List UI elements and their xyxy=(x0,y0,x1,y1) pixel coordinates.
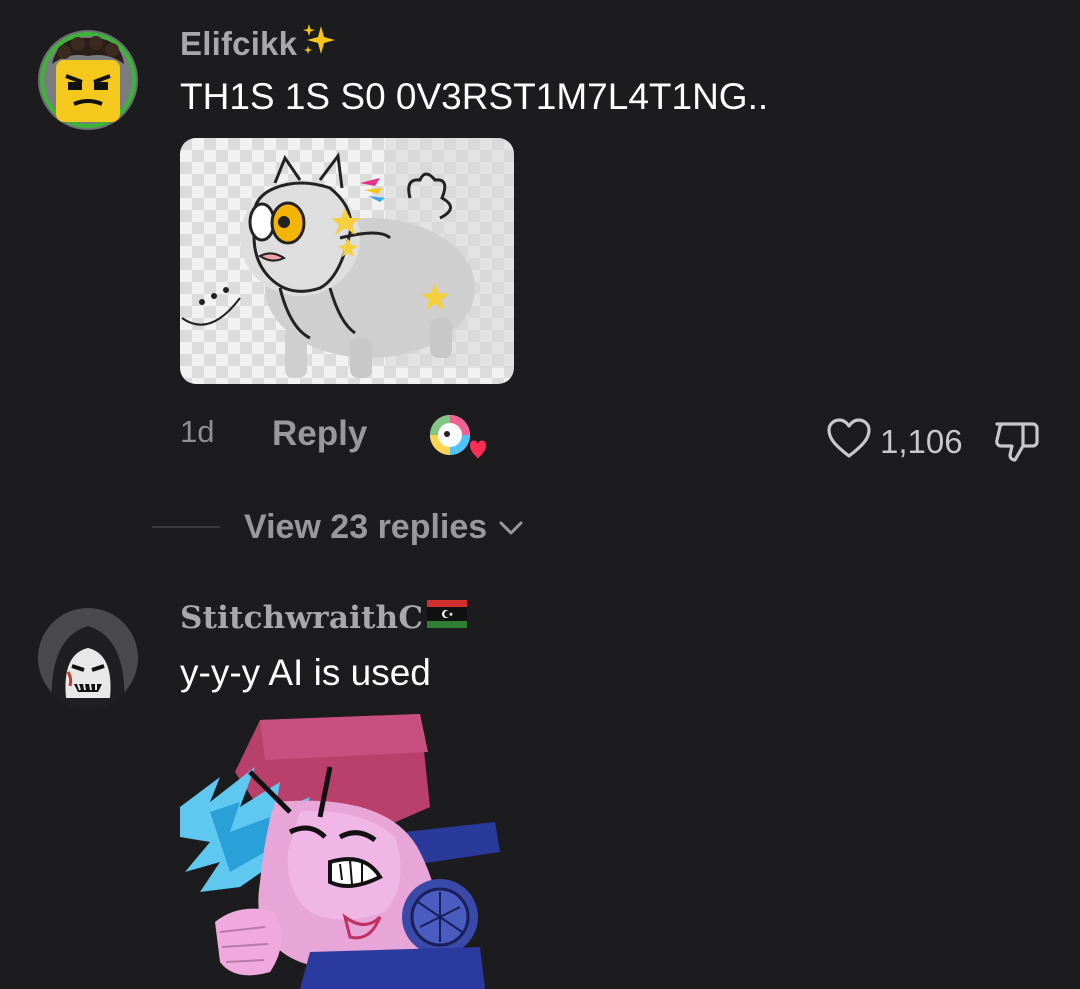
heart-icon[interactable] xyxy=(826,417,872,467)
thumbs-down-icon xyxy=(995,422,1039,462)
comment-time: 1d xyxy=(180,414,215,449)
comment-username[interactable]: Elifcikk xyxy=(180,22,337,66)
reply-action: Reply xyxy=(272,414,367,454)
comment-meta: 1d xyxy=(180,414,214,450)
avatar[interactable] xyxy=(38,30,138,130)
comment-text: TH1S 1S S0 0V3RST1M7L4T1NG.. xyxy=(180,76,769,117)
like-count: 1,106 xyxy=(880,423,963,460)
comments-panel: Elifcikk TH1S 1S S0 0V3RST1M7L4T1NG.. 1d… xyxy=(0,0,1080,989)
like-group: 1,106 xyxy=(826,417,963,467)
comment-text: y-y-y AI is used xyxy=(180,652,431,693)
username-text: Elifcikk xyxy=(180,25,298,62)
comment-username[interactable]: StitchwraithC xyxy=(180,600,468,636)
creator-liked-avatar xyxy=(428,413,486,461)
reply-button[interactable]: Reply xyxy=(272,414,367,454)
sparkles-emoji-icon xyxy=(301,22,337,66)
dislike-button[interactable] xyxy=(993,418,1041,464)
username-text: StitchwraithC xyxy=(180,600,424,636)
boyfriend-sticker-image xyxy=(180,712,520,989)
avatar[interactable] xyxy=(38,608,138,708)
libya-flag-icon xyxy=(427,600,468,636)
view-replies-label: View 23 replies xyxy=(244,508,488,546)
view-replies-button[interactable]: View 23 replies xyxy=(244,508,525,547)
replies-divider xyxy=(152,526,220,528)
chevron-down-icon xyxy=(497,508,525,547)
cat-sticker-image xyxy=(180,138,514,384)
